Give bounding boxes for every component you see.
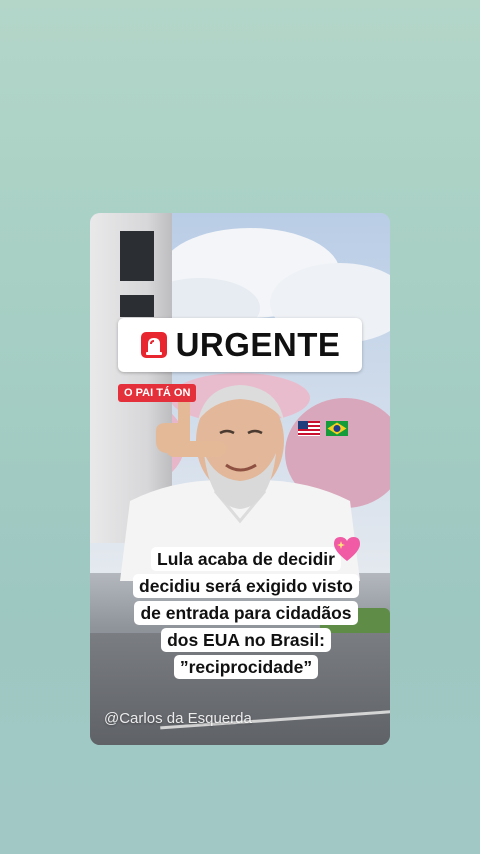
headline-line: dos EUA no Brasil: [161, 628, 331, 652]
urgent-badge: URGENTE [118, 318, 362, 372]
brazil-flag-icon [326, 421, 348, 436]
urgent-label: URGENTE [175, 326, 341, 363]
headline-line: Lula acaba de decidir [151, 547, 341, 571]
us-flag-icon [298, 421, 320, 436]
siren-icon [140, 331, 168, 359]
headline: Lula acaba de decidir decidiu será exigi… [126, 547, 366, 679]
creator-watermark: @Carlos da Esquerda [104, 710, 252, 727]
headline-line: ”reciprocidade” [173, 655, 319, 679]
channel-tag: O PAI TÁ ON [118, 384, 197, 402]
sparkling-heart-icon [334, 537, 360, 561]
headline-line: decidiu será exigido visto [133, 574, 359, 598]
flags [298, 421, 348, 436]
headline-line: de entrada para cidadãos [134, 601, 358, 625]
story-card[interactable]: URGENTE O PAI TÁ ON Lula acaba de decidi… [90, 213, 390, 745]
